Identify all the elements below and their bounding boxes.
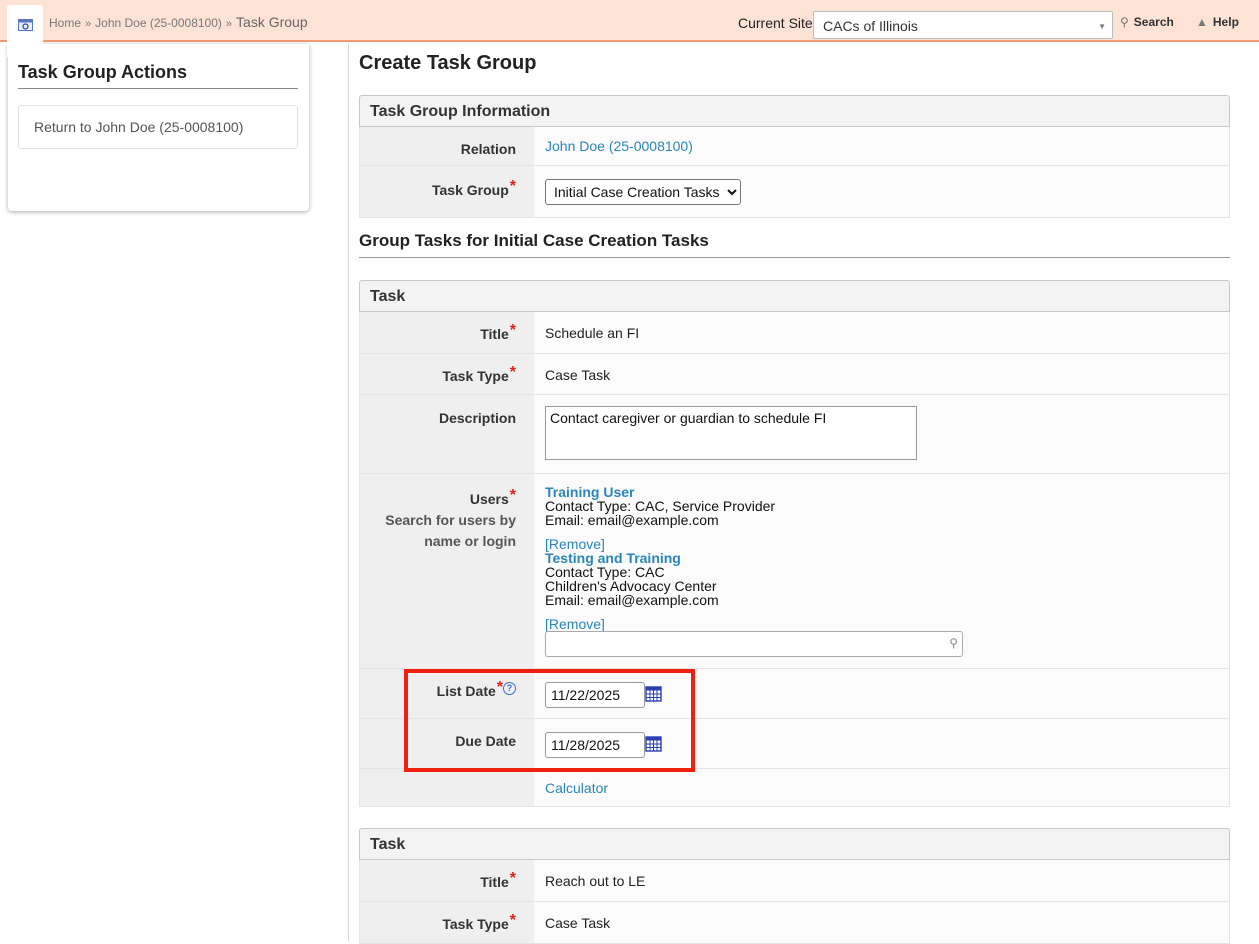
group-tasks-title: Group Tasks for Initial Case Creation Ta… [359,231,1230,258]
task-type-label-text: Task Type [442,368,509,384]
task-header: Task [359,828,1230,860]
description-row: Description Contact caregiver or guardia… [359,395,1230,474]
task-type-value: Case Task [545,915,611,931]
task-header: Task [359,280,1230,312]
user-contact-type: Contact Type: CAC, Service Provider [545,498,776,514]
breadcrumb-home[interactable]: Home [49,16,81,30]
task-group-label-text: Task Group [432,182,509,198]
title-label-text: Title [480,326,509,342]
task-type-row: Task Type* Case Task [359,902,1230,944]
task-group-info-header: Task Group Information [359,95,1230,127]
task-group-row: Task Group* Initial Case Creation Tasks [359,166,1230,218]
user-contact-type: Contact Type: CAC [545,564,665,580]
current-site-value: CACs of Illinois [823,18,918,34]
search-link[interactable]: ⚲ Search [1120,15,1174,29]
user-email: Email: email@example.com [545,592,719,608]
required-marker: * [509,487,516,504]
page-title: Create Task Group [359,52,537,74]
task-type-label: Task Type* [360,902,534,943]
search-label: Search [1133,15,1174,29]
chevron-down-icon: ▼ [1098,22,1106,31]
home-tab[interactable] [7,5,43,57]
relation-row: Relation John Doe (25-0008100) [359,127,1230,166]
description-label: Description [360,395,534,473]
users-label-text: Users [469,491,509,507]
task-type-label: Task Type* [360,354,534,394]
task-group-select-wrap: Initial Case Creation Tasks [545,179,741,205]
title-label: Title* [360,860,534,901]
help-label: Help [1212,15,1239,29]
required-marker: * [509,364,516,381]
help-link[interactable]: ▲ Help [1196,15,1239,29]
search-icon: ⚲ [1120,15,1129,29]
breadcrumb-person[interactable]: John Doe (25-0008100) [95,16,222,30]
task-title-value: Schedule an FI [545,325,640,341]
sidebar-title: Task Group Actions [18,62,298,89]
users-hint: Search for users by name or login [385,512,516,549]
task-type-label-text: Task Type [442,916,509,932]
task-title-row: Title* Reach out to LE [359,860,1230,902]
users-row: Users* Search for users by name or login… [359,474,1230,669]
required-marker: * [509,178,516,195]
task-title-value: Reach out to LE [545,873,646,889]
breadcrumb-separator: » [225,18,233,30]
remove-user-link[interactable]: [Remove] [545,537,965,551]
user-search-input[interactable]: ⚲ [545,631,963,657]
help-bell-icon: ▲ [1196,15,1208,29]
required-marker: * [509,322,516,339]
required-marker: * [509,912,516,929]
title-label-text: Title [480,874,509,890]
top-bar: Home» John Doe (25-0008100)» Task Group Cu… [0,0,1259,57]
user-email: Email: email@example.com [545,512,719,528]
task-group-label: Task Group* [360,166,534,217]
users-label: Users* Search for users by name or login [360,474,534,668]
task-type-row: Task Type* Case Task [359,354,1230,395]
main-divider [348,44,349,941]
current-site-select[interactable]: CACs of Illinois ▼ [813,11,1113,39]
relation-label: Relation [360,127,534,165]
user-entry: Training User Contact Type: CAC, Service… [545,485,965,631]
breadcrumb-current: Task Group [236,14,308,30]
remove-user-link[interactable]: [Remove] [545,617,965,631]
date-highlight-box [404,669,695,772]
task-type-value: Case Task [545,367,611,383]
required-marker: * [509,870,516,887]
user-organization: Children's Advocacy Center [545,578,717,594]
breadcrumb-separator: » [85,18,92,30]
user-name-link[interactable]: Training User [545,485,965,499]
user-name-link[interactable]: Testing and Training [545,551,965,565]
magnifier-icon: ⚲ [949,636,958,650]
description-textarea[interactable]: Contact caregiver or guardian to schedul… [545,406,917,460]
current-site-label: Current Site [738,15,813,31]
calculator-link[interactable]: Calculator [545,780,608,796]
task-title-row: Title* Schedule an FI [359,312,1230,354]
calculator-row: Calculator [359,769,1230,807]
home-icon[interactable] [18,19,33,31]
return-action[interactable]: Return to John Doe (25-0008100) [18,105,298,149]
title-label: Title* [360,312,534,353]
sidebar-panel: Task Group Actions Return to John Doe (2… [8,44,309,211]
relation-link[interactable]: John Doe (25-0008100) [545,138,693,154]
task-group-select[interactable]: Initial Case Creation Tasks [545,179,741,205]
calculator-label-cell [360,769,534,806]
breadcrumb: Home» John Doe (25-0008100)» Task Group [49,14,308,30]
